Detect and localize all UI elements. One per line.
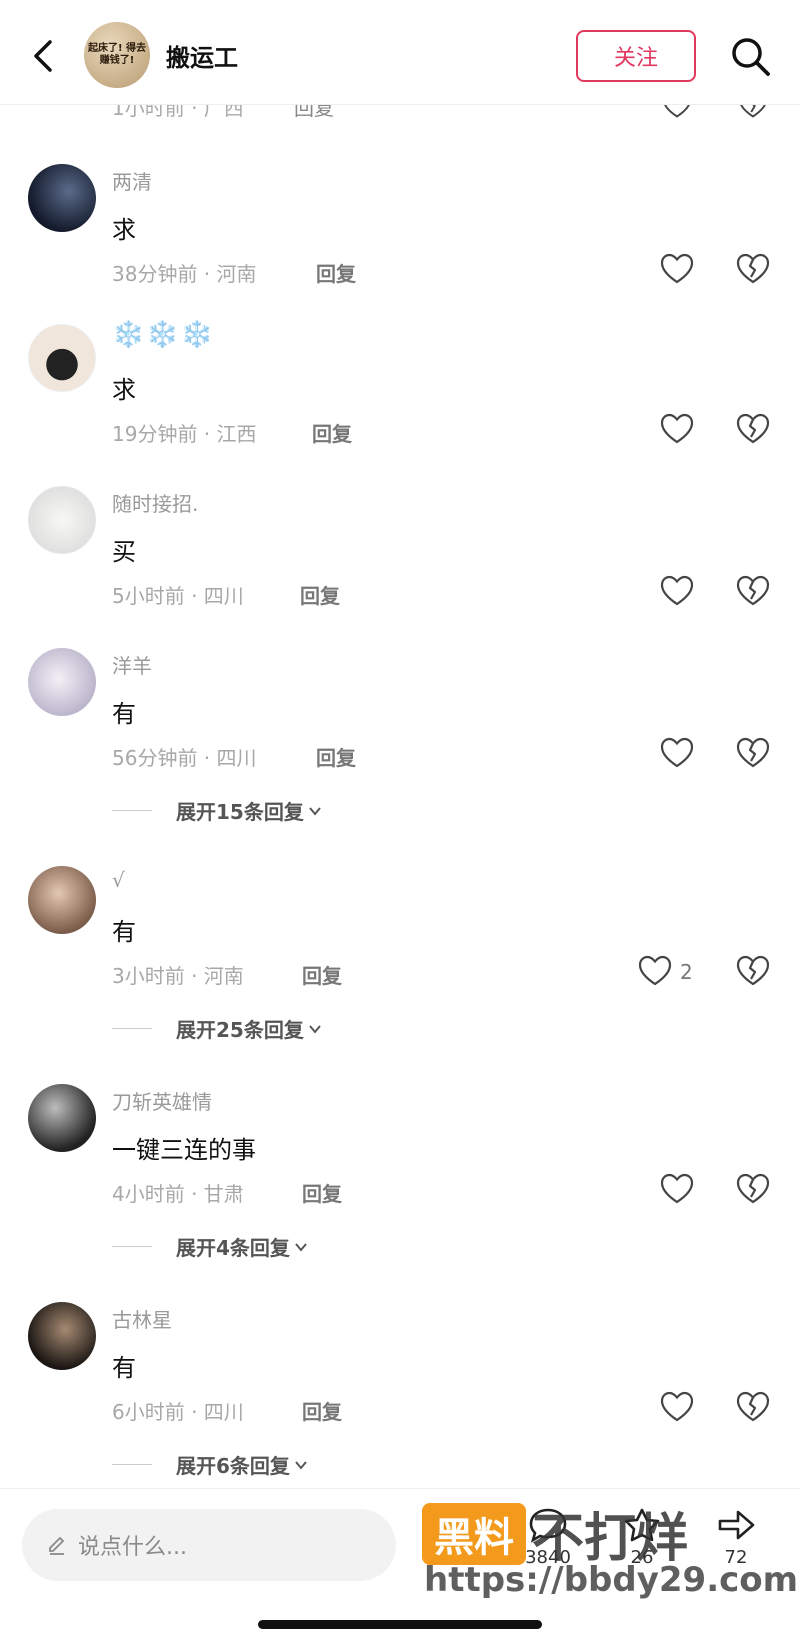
expand-replies-label: 展开4条回复 [176,1236,290,1260]
expand-replies-label: 展开6条回复 [176,1454,290,1478]
expand-replies-button[interactable]: 展开25条回复 [112,1014,322,1043]
expand-replies-button[interactable]: 展开6条回复 [112,1450,308,1479]
comment-like-count: 2 [680,960,693,984]
reply-button[interactable]: 回复 [316,258,356,287]
comment-text[interactable]: 买 [112,532,136,567]
commenter-avatar[interactable] [28,486,96,554]
watermark-badge: 黑料 [422,1502,526,1565]
like-heart-icon[interactable] [660,574,694,608]
comment-text[interactable]: 一键三连的事 [112,1130,256,1165]
expand-replies-label: 展开25条回复 [176,1018,304,1042]
chevron-down-icon [295,1242,307,1252]
divider-line [112,1246,152,1247]
commenter-avatar[interactable] [28,866,96,934]
commenter-name[interactable]: 两清 [112,166,152,195]
commenter-name[interactable]: 古林星 [112,1304,172,1333]
commenter-name[interactable]: 刀斩英雄情 [112,1086,212,1115]
comment-input-placeholder: 说点什么... [78,1535,187,1560]
comment-text[interactable]: 有 [112,1348,136,1383]
top-bar: 起床了! 得去赚钱了! 搬运工 关注 [0,0,800,105]
reply-button[interactable]: 回复 [302,1396,342,1425]
search-icon[interactable] [728,34,772,78]
comment-text[interactable]: 求 [112,210,136,245]
dislike-broken-heart-icon[interactable] [736,954,770,988]
like-heart-icon[interactable] [660,736,694,770]
divider-line [112,1464,152,1465]
divider-line [112,1028,152,1029]
home-indicator[interactable] [258,1620,542,1629]
chevron-down-icon [309,1024,321,1034]
like-heart-icon[interactable] [660,1172,694,1206]
comment-meta: 4小时前 · 甘肃 [112,1182,244,1206]
comment-text[interactable]: 有 [112,694,136,729]
author-avatar[interactable]: 起床了! 得去赚钱了! [84,22,150,88]
commenter-name[interactable]: ❄️❄️❄️ [112,320,215,350]
expand-replies-label: 展开15条回复 [176,800,304,824]
like-heart-icon[interactable] [660,412,694,446]
like-heart-icon[interactable] [660,252,694,286]
comment-meta: 19分钟前 · 江西 [112,422,257,446]
share-arrow-icon [718,1510,755,1540]
follow-button[interactable]: 关注 [576,30,696,82]
back-arrow-icon[interactable] [26,36,62,76]
like-heart-icon[interactable] [660,1390,694,1424]
like-heart-icon[interactable] [638,954,672,988]
comment-meta: 38分钟前 · 河南 [112,262,257,286]
watermark-url: https://bbdy29.com [424,1560,799,1600]
share-action[interactable]: 72 [706,1507,766,1568]
commenter-name[interactable]: 洋羊 [112,650,152,679]
dislike-broken-heart-icon[interactable] [736,1172,770,1206]
dislike-broken-heart-icon[interactable] [736,574,770,608]
chevron-down-icon [309,806,321,816]
comment-meta: 6小时前 · 四川 [112,1400,244,1424]
expand-replies-button[interactable]: 展开15条回复 [112,796,322,825]
dislike-broken-heart-icon[interactable] [736,252,770,286]
reply-button[interactable]: 回复 [312,418,352,447]
comment-meta: 5小时前 · 四川 [112,584,244,608]
divider-line [112,810,152,811]
commenter-name[interactable]: √ [112,868,125,892]
commenter-avatar[interactable] [28,1084,96,1152]
commenter-avatar[interactable] [28,164,96,232]
reply-button[interactable]: 回复 [302,960,342,989]
comment-input[interactable]: 说点什么... [22,1509,396,1581]
pencil-icon [49,1536,65,1555]
dislike-broken-heart-icon[interactable] [736,412,770,446]
comment-text[interactable]: 求 [112,370,136,405]
dislike-broken-heart-icon[interactable] [736,736,770,770]
commenter-avatar[interactable] [28,1302,96,1370]
reply-button[interactable]: 回复 [300,580,340,609]
author-avatar-text: 起床了! 得去赚钱了! [87,43,147,66]
commenter-avatar[interactable] [28,648,96,716]
author-name[interactable]: 搬运工 [166,38,238,73]
commenter-avatar[interactable] [28,324,96,392]
reply-button[interactable]: 回复 [316,742,356,771]
chevron-down-icon [295,1460,307,1470]
dislike-broken-heart-icon[interactable] [736,1390,770,1424]
commenter-name[interactable]: 随时接招. [112,488,198,517]
reply-button[interactable]: 回复 [302,1178,342,1207]
expand-replies-button[interactable]: 展开4条回复 [112,1232,308,1261]
comment-meta: 56分钟前 · 四川 [112,746,257,770]
comment-text[interactable]: 有 [112,912,136,947]
comment-meta: 3小时前 · 河南 [112,964,244,988]
